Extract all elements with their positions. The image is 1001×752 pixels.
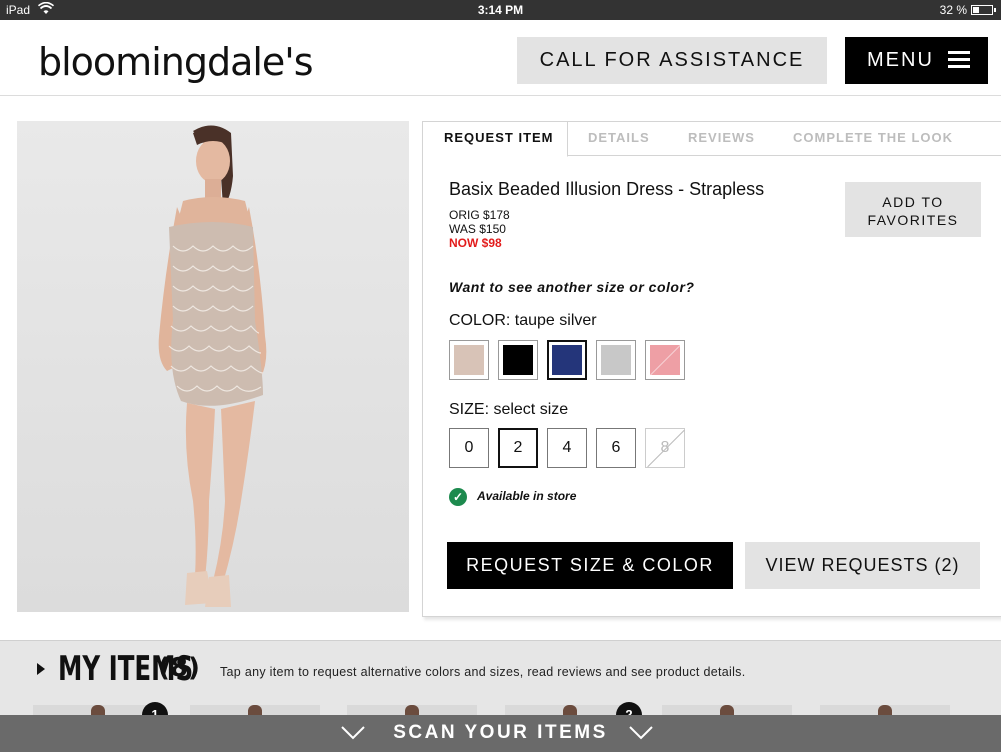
hamburger-icon bbox=[948, 51, 970, 69]
color-swatch-taupe[interactable] bbox=[449, 340, 489, 380]
call-for-assistance-button[interactable]: CALL FOR ASSISTANCE bbox=[517, 37, 827, 84]
product-image[interactable] bbox=[17, 121, 409, 612]
tab-details[interactable]: DETAILS bbox=[588, 130, 650, 145]
add-to-favorites-button[interactable]: ADD TO FAVORITES bbox=[845, 182, 981, 237]
item-request-badge: 2 bbox=[616, 702, 642, 715]
product-detail-panel: REQUEST ITEM DETAILS REVIEWS COMPLETE TH… bbox=[422, 121, 1001, 617]
size-option-8-unavailable[interactable]: 8 bbox=[645, 428, 685, 468]
clock: 3:14 PM bbox=[477, 3, 524, 17]
menu-button[interactable]: MENU bbox=[845, 37, 988, 84]
battery-percent: 32 % bbox=[939, 3, 967, 17]
request-size-color-button[interactable]: REQUEST SIZE & COLOR bbox=[447, 542, 733, 589]
view-requests-button[interactable]: VIEW REQUESTS (2) bbox=[745, 542, 980, 589]
tab-complete-the-look[interactable]: COMPLETE THE LOOK bbox=[793, 130, 953, 145]
availability-status: ✓ Available in store bbox=[449, 488, 576, 506]
item-thumbnail[interactable] bbox=[662, 705, 792, 715]
size-option-6[interactable]: 6 bbox=[596, 428, 636, 468]
my-items-tray: MY ITEMS (8) Tap any item to request alt… bbox=[0, 640, 1001, 715]
item-request-badge: 1 bbox=[142, 702, 168, 715]
expand-arrow-icon[interactable] bbox=[37, 663, 45, 675]
availability-text: Available in store bbox=[477, 489, 577, 504]
color-swatch-black[interactable] bbox=[498, 340, 538, 380]
favorites-label-line2: FAVORITES bbox=[867, 212, 959, 228]
scan-your-items-bar[interactable]: SCAN YOUR ITEMS bbox=[0, 715, 1001, 752]
size-option-2[interactable]: 2 bbox=[498, 428, 538, 468]
battery-icon bbox=[971, 5, 996, 15]
size-label: SIZE: select size bbox=[449, 401, 569, 418]
status-bar: iPad 3:14 PM 32 % bbox=[0, 0, 1001, 20]
original-price: ORIG $178 bbox=[449, 208, 510, 222]
item-thumbnail[interactable] bbox=[190, 705, 320, 715]
chevron-down-icon bbox=[629, 726, 653, 740]
menu-label: MENU bbox=[867, 49, 934, 71]
size-option-0[interactable]: 0 bbox=[449, 428, 489, 468]
product-title: Basix Beaded Illusion Dress - Strapless bbox=[449, 179, 765, 199]
scan-your-items-label: SCAN YOUR ITEMS bbox=[393, 722, 608, 743]
now-price: NOW $98 bbox=[449, 236, 502, 250]
favorites-label-line1: ADD TO bbox=[882, 194, 944, 210]
was-price: WAS $150 bbox=[449, 222, 506, 236]
bloomingdales-logo[interactable]: bloomingdale's bbox=[38, 40, 314, 84]
site-header: bloomingdale's CALL FOR ASSISTANCE MENU bbox=[0, 20, 1001, 96]
product-section: REQUEST ITEM DETAILS REVIEWS COMPLETE TH… bbox=[0, 97, 1001, 640]
tab-reviews[interactable]: REVIEWS bbox=[688, 130, 755, 145]
item-thumbnail[interactable] bbox=[347, 705, 477, 715]
product-tabs: REQUEST ITEM DETAILS REVIEWS COMPLETE TH… bbox=[423, 122, 1001, 157]
checkmark-icon: ✓ bbox=[449, 488, 467, 506]
tab-request-item[interactable]: REQUEST ITEM bbox=[444, 130, 554, 145]
variant-prompt: Want to see another size or color? bbox=[449, 279, 695, 295]
color-swatch-silver[interactable] bbox=[596, 340, 636, 380]
color-label: COLOR: taupe silver bbox=[449, 312, 597, 329]
my-items-hint: Tap any item to request alternative colo… bbox=[220, 665, 746, 679]
color-swatch-navy[interactable] bbox=[547, 340, 587, 380]
item-thumbnail[interactable] bbox=[820, 705, 950, 715]
color-swatch-pink-unavailable[interactable] bbox=[645, 340, 685, 380]
my-items-count: (8) bbox=[158, 653, 200, 683]
size-option-4[interactable]: 4 bbox=[547, 428, 587, 468]
